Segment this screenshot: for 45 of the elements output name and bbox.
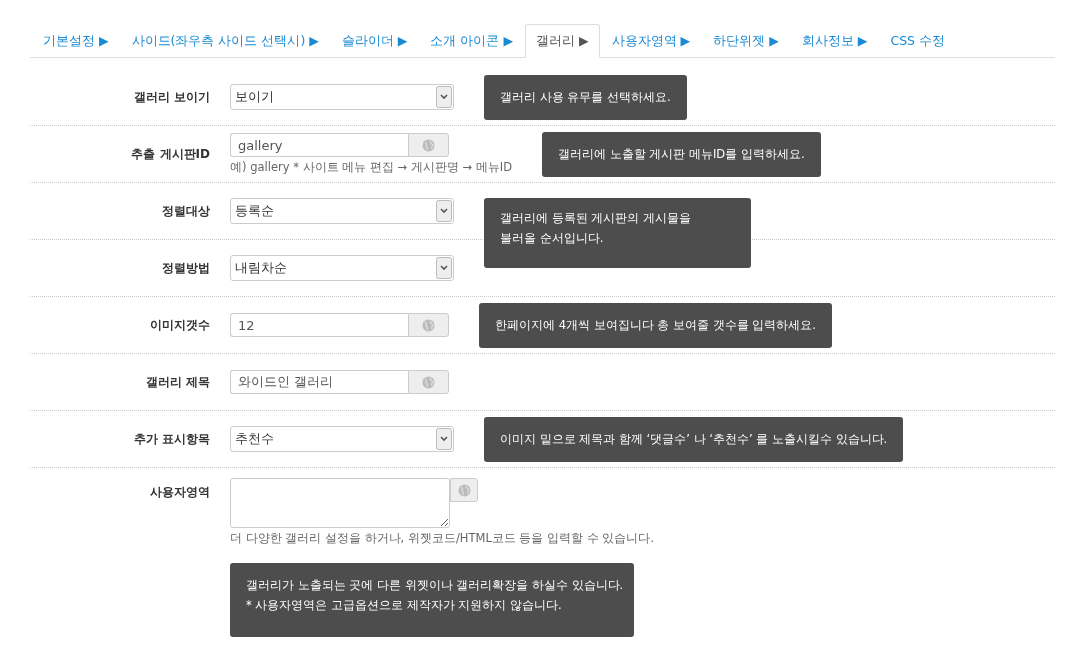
tab[interactable]: 소개 아이콘 ▶ xyxy=(419,24,525,58)
caret-icon xyxy=(436,200,452,222)
text-field[interactable]: gallery xyxy=(230,133,408,157)
tooltip: 갤러리에 노출할 게시판 메뉴ID를 입력하세요. xyxy=(542,131,821,177)
text-field[interactable]: 와이드인 갤러리 xyxy=(230,370,408,394)
field-label: 정렬방법 xyxy=(161,259,211,277)
text-field[interactable]: 12 xyxy=(230,313,408,337)
tab[interactable]: 회사정보 ▶ xyxy=(790,24,879,58)
globe-addon[interactable] xyxy=(408,370,449,394)
tab[interactable]: 기본설정 ▶ xyxy=(32,24,120,58)
text-area[interactable] xyxy=(230,478,450,528)
dropdown[interactable]: 추천수 xyxy=(230,426,454,452)
globe-addon[interactable] xyxy=(408,133,449,157)
globe-icon xyxy=(457,483,471,497)
tooltip: 한페이지에 4개씩 보여집니다 총 보여줄 갯수를 입력하세요. xyxy=(479,302,832,348)
dropdown[interactable]: 보이기 xyxy=(230,84,454,110)
field-label: 추가 표시항목 xyxy=(132,430,211,448)
field-label: 이미지갯수 xyxy=(149,316,211,334)
globe-addon[interactable] xyxy=(450,478,478,502)
caret-icon xyxy=(436,86,452,108)
tab[interactable]: 갤러리 ▶ xyxy=(525,24,600,58)
dropdown[interactable]: 내림차순 xyxy=(230,255,454,281)
dropdown[interactable]: 등록순 xyxy=(230,198,454,224)
tab[interactable]: 하단위젯 ▶ xyxy=(702,24,790,58)
help-text: 예) gallery * 사이트 메뉴 편집 → 게시판명 → 메뉴ID xyxy=(230,160,512,175)
globe-icon xyxy=(422,138,435,152)
tab[interactable]: 사이드(좌우측 사이드 선택시) ▶ xyxy=(120,24,330,58)
tab[interactable]: CSS 수정 xyxy=(879,24,956,58)
tab[interactable]: 슬라이더 ▶ xyxy=(330,24,419,58)
tooltip: 갤러리 사용 유무를 선택하세요. xyxy=(484,74,687,120)
caret-icon xyxy=(436,428,452,450)
field-label: 추출 게시판ID xyxy=(130,145,211,163)
field-label: 갤러리 보이기 xyxy=(132,88,211,106)
tooltip: 이미지 밑으로 제목과 함께 ‘댓글수’ 나 ‘추천수’ 를 노출시킬수 있습니다. xyxy=(484,416,904,462)
tooltip: 갤러리가 노출되는 곳에 다른 위젯이나 갤러리확장을 하실수 있습니다. * 사용자영역은 고급옵션으로 제작자가 지원하지 않습니다. xyxy=(230,563,634,637)
globe-icon xyxy=(422,318,435,332)
tab[interactable]: 사용자영역 ▶ xyxy=(600,24,702,58)
globe-addon[interactable] xyxy=(408,313,449,337)
field-label: 정렬대상 xyxy=(161,202,211,220)
field-label: 갤러리 제목 xyxy=(144,373,211,391)
tooltip: 갤러리에 등록된 게시판의 게시물을 불러올 순서입니다. xyxy=(484,198,751,268)
caret-icon xyxy=(436,257,452,279)
globe-icon xyxy=(422,375,435,389)
help-text: 더 다양한 갤러리 설정을 하거나, 위젯코드/HTML코드 등을 입력할 수 있습니다. xyxy=(230,531,655,546)
field-label: 사용자영역 xyxy=(149,484,211,501)
